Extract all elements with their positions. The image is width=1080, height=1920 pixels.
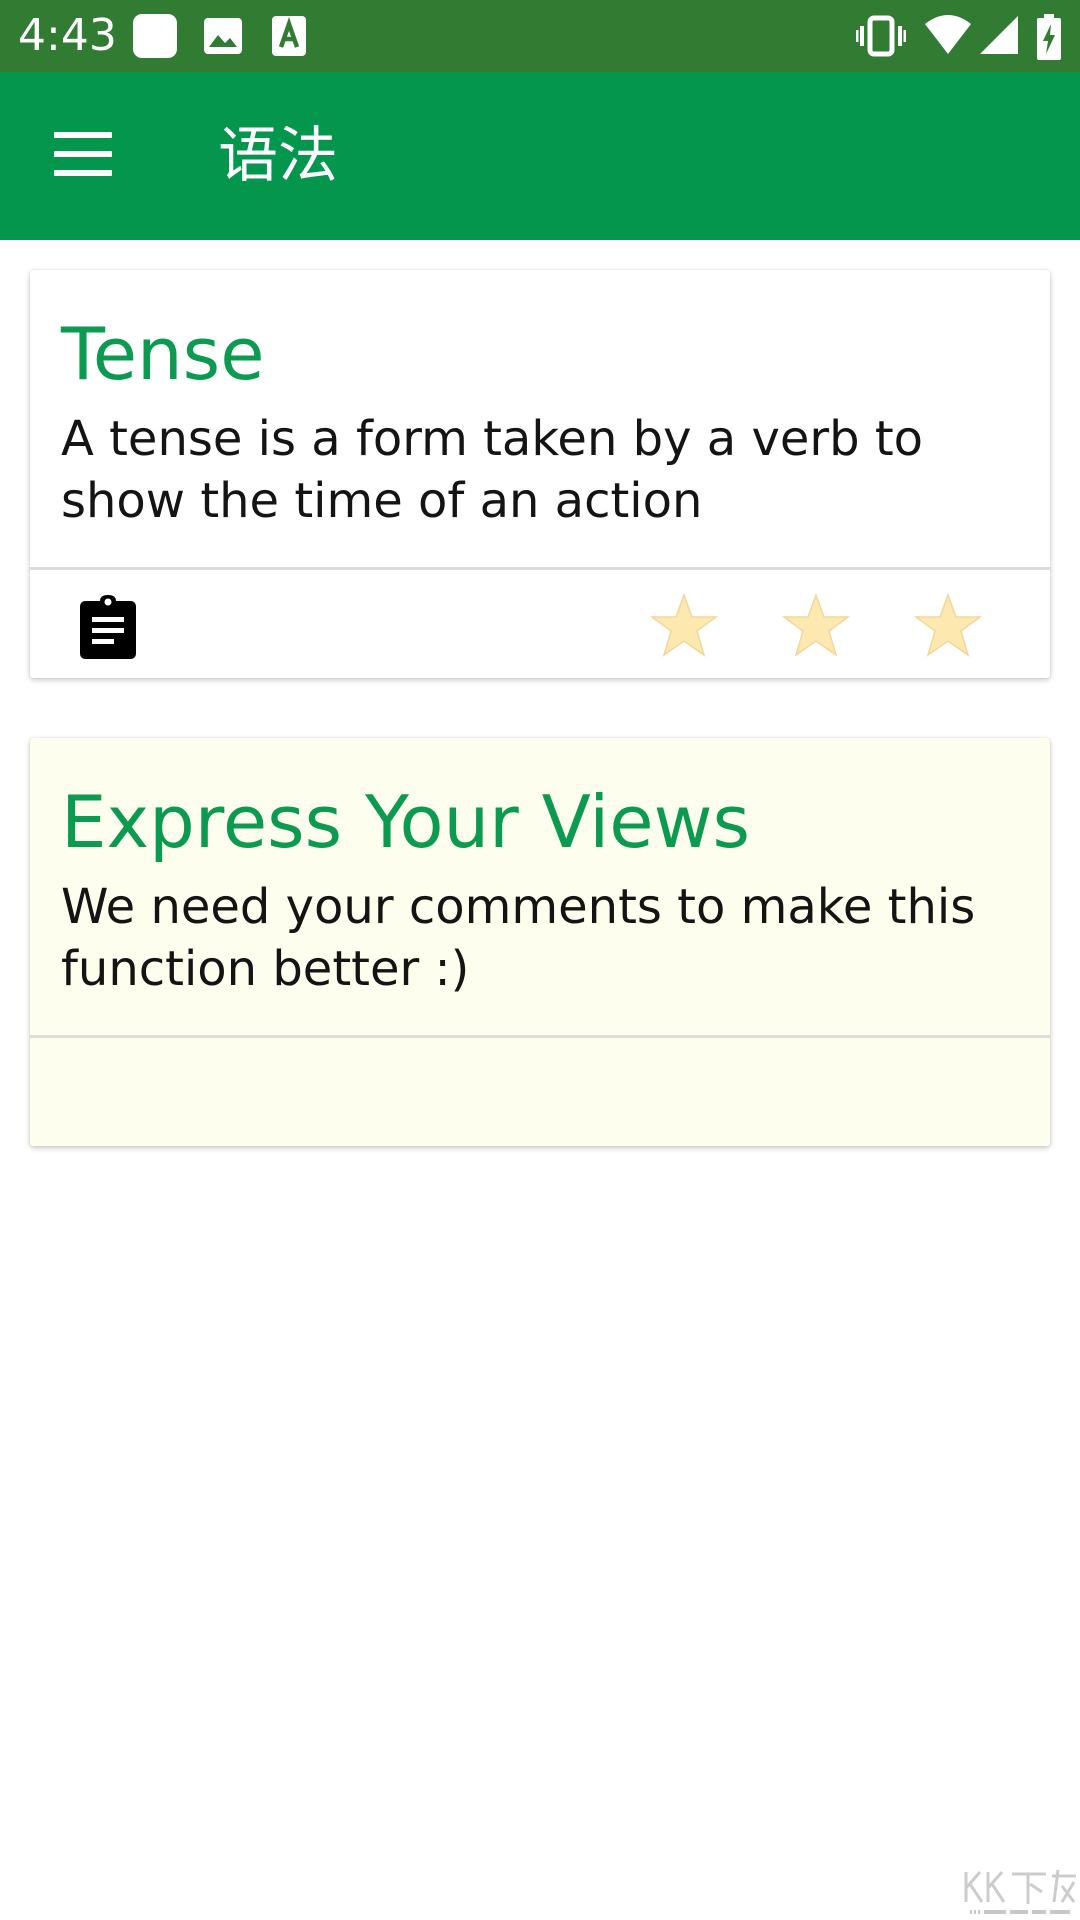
status-time: 4:43 <box>18 10 117 61</box>
card-divider <box>30 1035 1050 1038</box>
font-a-icon <box>272 16 306 56</box>
menu-icon[interactable] <box>54 132 112 176</box>
status-bar: 4:43 <box>0 0 1080 72</box>
card-divider <box>30 567 1050 570</box>
signal-icon <box>980 16 1018 54</box>
wifi-icon <box>925 15 971 54</box>
vibrate-icon <box>856 15 906 57</box>
page-title: 语法 <box>218 121 338 191</box>
app-bar: 语法 <box>0 72 1080 240</box>
card-title: Express Your Views <box>61 780 750 864</box>
watermark-logo <box>964 1869 1076 1914</box>
square-notification-icon <box>133 14 177 58</box>
card-title: Tense <box>61 312 265 396</box>
star-icon[interactable] <box>782 593 850 659</box>
clipboard-icon[interactable] <box>78 595 138 659</box>
feedback-card[interactable]: Express Your Views We need your comments… <box>30 738 1050 1146</box>
grammar-card-tense[interactable]: Tense A tense is a form taken by a verb … <box>30 270 1050 678</box>
image-icon <box>204 18 242 54</box>
star-icon[interactable] <box>650 593 718 659</box>
battery-charging-icon <box>1037 14 1061 60</box>
card-description: We need your comments to make this funct… <box>61 879 976 997</box>
star-icon[interactable] <box>914 593 982 659</box>
card-description: A tense is a form taken by a verb to sho… <box>61 411 924 529</box>
